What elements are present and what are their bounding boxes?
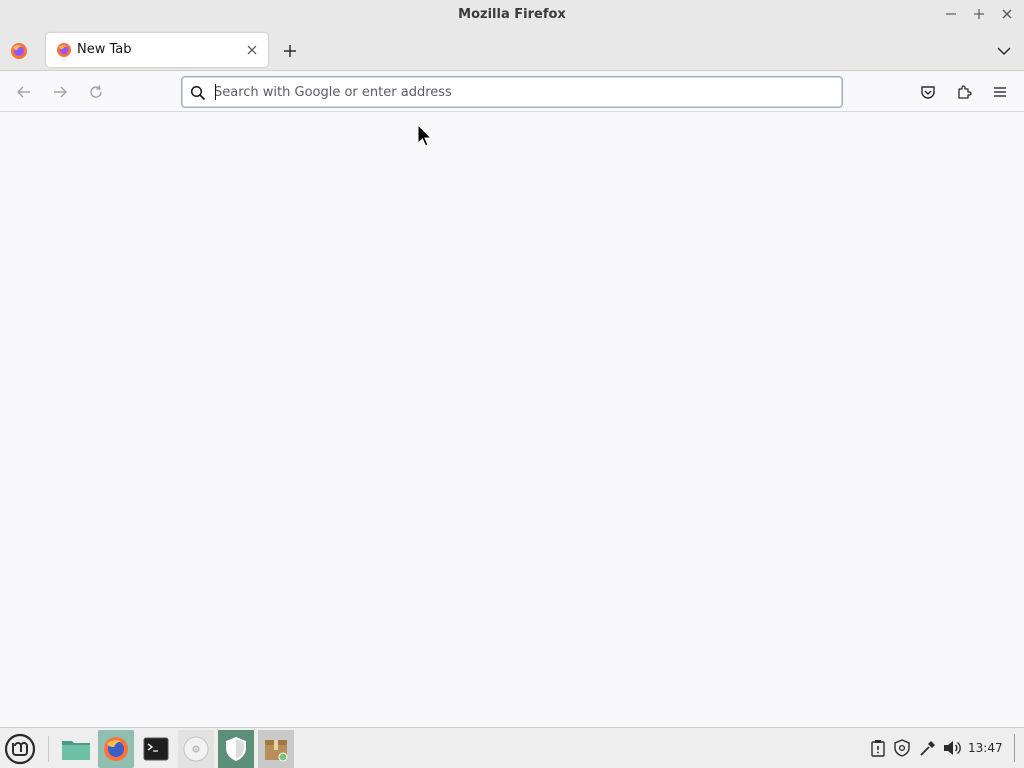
search-input[interactable] (214, 82, 824, 102)
tab-label: New Tab (77, 42, 132, 57)
tab-strip: New Tab (0, 29, 1024, 71)
tray-shield[interactable] (892, 738, 912, 758)
volume-icon (944, 741, 961, 755)
tray-clipboard[interactable] (868, 738, 888, 758)
taskbar-shield-button[interactable] (218, 730, 254, 768)
pocket-button[interactable] (916, 80, 940, 104)
pocket-icon (921, 86, 935, 99)
extensions-button[interactable] (952, 80, 976, 104)
tray-network[interactable] (918, 738, 938, 758)
chevron-down-icon (997, 47, 1011, 56)
network-icon (920, 741, 935, 756)
close-icon (1002, 9, 1012, 19)
reload-icon (90, 85, 102, 98)
taskbar-disc-button[interactable] (178, 730, 214, 768)
window-titlebar: Mozilla Firefox (0, 0, 1024, 29)
search-icon (190, 85, 206, 101)
hamburger-menu-icon (994, 87, 1006, 97)
text-caret (215, 84, 216, 100)
terminal-icon (143, 737, 169, 761)
maximize-icon (974, 9, 984, 19)
archive-icon (265, 740, 288, 762)
address-bar[interactable] (181, 76, 843, 108)
firefox-icon (57, 43, 71, 57)
puzzle-icon (958, 85, 972, 99)
close-tab-button[interactable] (242, 40, 262, 60)
shield-icon (894, 739, 910, 757)
taskbar: 13:47 (0, 727, 1024, 768)
taskbar-files-button[interactable] (58, 730, 94, 768)
close-window-button[interactable] (996, 4, 1018, 24)
arrow-left-icon (17, 86, 30, 98)
back-button[interactable] (12, 80, 36, 104)
show-desktop-button[interactable] (1014, 734, 1018, 762)
new-tab-button[interactable] (279, 40, 301, 62)
mouse-cursor-icon (417, 124, 433, 147)
tab-new-tab[interactable]: New Tab (46, 33, 268, 67)
tray-volume[interactable] (942, 738, 962, 758)
close-icon (247, 45, 257, 55)
arrow-right-icon (54, 86, 67, 98)
list-all-tabs-button[interactable] (993, 41, 1015, 61)
clock[interactable]: 13:47 (968, 741, 1003, 755)
maximize-button[interactable] (968, 4, 990, 24)
page-content[interactable] (0, 113, 1024, 727)
window-title: Mozilla Firefox (458, 7, 566, 22)
clipboard-icon (871, 740, 885, 757)
minimize-button[interactable] (940, 4, 962, 24)
navigation-toolbar (0, 72, 1024, 112)
files-icon (62, 741, 90, 760)
minimize-icon (946, 13, 956, 15)
mint-menu-icon[interactable] (4, 733, 36, 765)
reload-button[interactable] (84, 80, 108, 104)
taskbar-terminal-button[interactable] (138, 730, 174, 768)
disc-icon (183, 736, 209, 762)
plus-icon (284, 45, 296, 57)
firefox-view-icon[interactable] (9, 41, 29, 61)
app-menu-button[interactable] (988, 80, 1012, 104)
taskbar-firefox-button[interactable] (98, 730, 134, 768)
shield-icon (226, 737, 246, 761)
taskbar-archive-button[interactable] (258, 730, 294, 768)
taskbar-separator (48, 736, 49, 762)
firefox-icon (104, 737, 128, 761)
forward-button[interactable] (48, 80, 72, 104)
